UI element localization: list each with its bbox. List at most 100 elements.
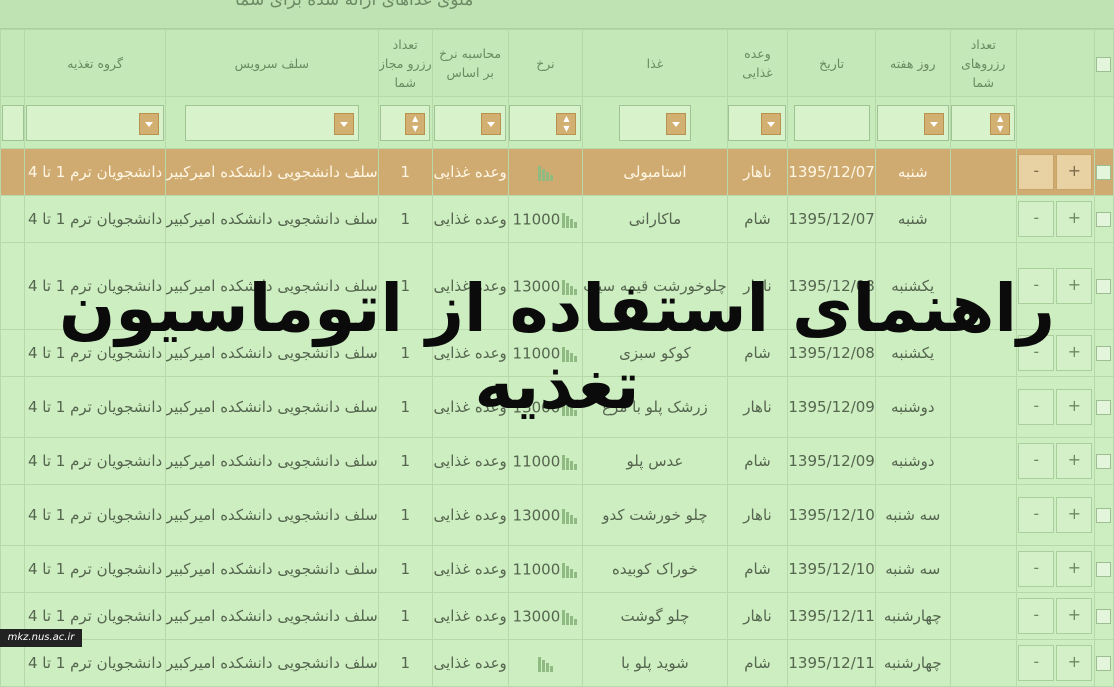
- row-select-cell[interactable]: [1093, 592, 1114, 640]
- header-food: غذا: [582, 29, 728, 97]
- cell-reserve-count: [949, 148, 1017, 196]
- plus-button[interactable]: +: [1056, 551, 1093, 587]
- menu-title: منوی غذاهای ارائه شده برای شما: [235, 0, 474, 10]
- header-date: تاریخ: [787, 29, 876, 97]
- cell-reserve-count: [949, 195, 1017, 243]
- plus-button[interactable]: +: [1056, 497, 1093, 533]
- row-checkbox[interactable]: [1096, 165, 1112, 180]
- row-checkbox[interactable]: [1096, 454, 1112, 469]
- dropdown-arrow-icon[interactable]: [761, 112, 782, 135]
- allowed-filter[interactable]: ▲ ▼: [380, 104, 431, 141]
- price-basis-filter[interactable]: [434, 104, 507, 141]
- table-row[interactable]: +- شنبه 1395/12/07 شام ماکارانی 11000 وعده غذا…: [0, 195, 1114, 243]
- minus-button[interactable]: -: [1018, 598, 1055, 634]
- cell-group: دانشجویان ترم 1 تا 4: [24, 484, 166, 546]
- cell-food: عدس پلو: [582, 437, 728, 485]
- cell-group: دانشجویان ترم 1 تا 4: [24, 437, 166, 485]
- cell-service: سلف دانشجویی دانشکده امیرکبیر: [164, 437, 379, 485]
- plus-button[interactable]: +: [1056, 443, 1093, 479]
- cell-date: 1395/12/07: [787, 195, 876, 243]
- table-row[interactable]: +- چهارشنبه 1395/12/11 شام شوید پلو با وعده غ…: [0, 639, 1114, 687]
- row-select-cell[interactable]: [1093, 437, 1114, 485]
- minus-button[interactable]: -: [1018, 497, 1055, 533]
- cell-service: سلف دانشجویی دانشکده امیرکبیر: [164, 639, 379, 687]
- dropdown-arrow-icon[interactable]: [665, 112, 686, 135]
- row-select-cell[interactable]: [1093, 148, 1114, 196]
- row-select-cell[interactable]: [1093, 484, 1114, 546]
- date-filter[interactable]: [793, 104, 870, 141]
- cell-price-basis: وعده غذایی: [431, 484, 509, 546]
- header-service: سلف سرویس: [164, 29, 379, 97]
- plus-button[interactable]: +: [1056, 645, 1093, 681]
- minus-button[interactable]: -: [1018, 551, 1055, 587]
- cell-food: استامبولی: [582, 148, 728, 196]
- plus-button[interactable]: +: [1056, 201, 1093, 237]
- banner-title: راهنمای استفاده از اتوماسیون تغذیه: [59, 270, 1055, 424]
- table-row[interactable]: +- دوشنبه 1395/12/09 شام عدس پلو 11000 وعده غذ…: [0, 437, 1114, 485]
- header-weekday: روز هفته: [874, 29, 951, 97]
- reserve-count-filter[interactable]: ▲ ▼: [951, 104, 1016, 141]
- menu-title-bar: منوی غذاهای ارائه شده برای شما: [0, 0, 1114, 29]
- row-select-cell[interactable]: [1093, 545, 1114, 593]
- price-filter[interactable]: ▲ ▼: [509, 104, 582, 141]
- row-checkbox[interactable]: [1096, 508, 1112, 523]
- row-actions: +-: [1015, 148, 1095, 196]
- spinner-icon[interactable]: ▲ ▼: [405, 112, 426, 135]
- cell-food: چلو گوشت: [582, 592, 728, 640]
- food-filter[interactable]: [618, 104, 691, 141]
- cell-allowed: 1: [377, 195, 433, 243]
- cell-weekday: دوشنبه: [874, 437, 951, 485]
- plus-button[interactable]: +: [1056, 154, 1093, 190]
- table-row[interactable]: +- شنبه 1395/12/07 ناهار استامبولی وعده غذایی…: [0, 148, 1114, 196]
- cell-weekday: سه شنبه: [874, 484, 951, 546]
- cell-meal: ناهار: [726, 148, 789, 196]
- cell-reserve-count: [949, 545, 1017, 593]
- select-all-header[interactable]: [1093, 29, 1114, 97]
- spinner-icon[interactable]: ▲ ▼: [990, 112, 1011, 135]
- cell-service: سلف دانشجویی دانشکده امیرکبیر: [164, 195, 379, 243]
- row-select-cell[interactable]: [1093, 639, 1114, 687]
- price-value: 11000: [512, 452, 561, 471]
- cell-meal: شام: [726, 639, 789, 687]
- price-value: 11000: [512, 560, 561, 579]
- header-extra: [0, 29, 26, 97]
- table-row[interactable]: +- چهارشنبه 1395/12/11 ناهار چلو گوشت 13000 وع…: [0, 592, 1114, 640]
- minus-button[interactable]: -: [1018, 201, 1055, 237]
- select-all-checkbox[interactable]: [1096, 56, 1112, 72]
- watermark: mkz.nus.ac.ir: [0, 629, 82, 647]
- row-checkbox[interactable]: [1096, 562, 1112, 577]
- service-filter[interactable]: [184, 104, 359, 141]
- price-value: 13000: [512, 607, 561, 626]
- cell-extra: [0, 545, 26, 593]
- cell-date: 1395/12/10: [787, 484, 876, 546]
- row-checkbox[interactable]: [1096, 609, 1112, 624]
- minus-button[interactable]: -: [1018, 443, 1055, 479]
- table-row[interactable]: +- سه شنبه 1395/12/10 شام خوراک کوبیده 11000 و…: [0, 545, 1114, 593]
- cell-reserve-count: [949, 592, 1017, 640]
- meal-filter[interactable]: [728, 104, 787, 141]
- header-allowed: تعداد رزرو مجاز شما: [377, 29, 433, 97]
- minus-button[interactable]: -: [1018, 645, 1055, 681]
- table-row[interactable]: +- سه شنبه 1395/12/10 ناهار چلو خورشت کدو 130…: [0, 484, 1114, 546]
- dropdown-arrow-icon[interactable]: [333, 112, 354, 135]
- row-checkbox[interactable]: [1096, 212, 1112, 227]
- row-select-cell[interactable]: [1093, 195, 1114, 243]
- spinner-icon[interactable]: ▲ ▼: [556, 112, 577, 135]
- plus-button[interactable]: +: [1056, 598, 1093, 634]
- cell-allowed: 1: [377, 148, 433, 196]
- dropdown-arrow-icon[interactable]: [139, 112, 160, 135]
- weekday-filter[interactable]: [876, 104, 949, 141]
- extra-filter[interactable]: [1, 104, 24, 141]
- cell-meal: ناهار: [726, 592, 789, 640]
- row-checkbox[interactable]: [1096, 656, 1112, 671]
- cell-price-basis: وعده غذایی: [431, 545, 509, 593]
- cell-price: 11000: [507, 545, 584, 593]
- cell-weekday: سه شنبه: [874, 545, 951, 593]
- minus-button[interactable]: -: [1018, 154, 1055, 190]
- signal-icon: [562, 210, 578, 229]
- group-filter[interactable]: [26, 104, 165, 141]
- cell-price-basis: وعده غذایی: [431, 592, 509, 640]
- dropdown-arrow-icon[interactable]: [481, 112, 502, 135]
- dropdown-arrow-icon[interactable]: [923, 112, 944, 135]
- cell-allowed: 1: [377, 592, 433, 640]
